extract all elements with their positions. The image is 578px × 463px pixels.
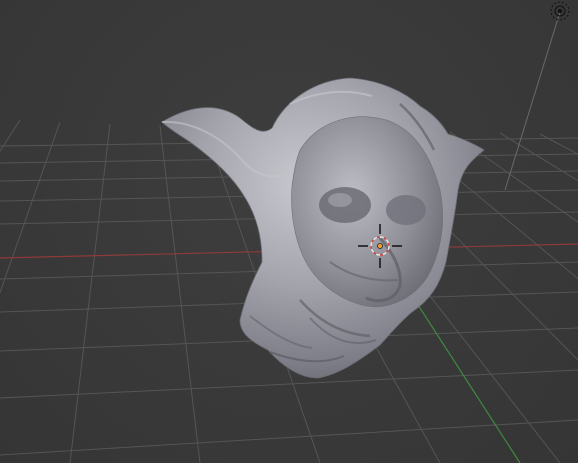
camera-icon[interactable] bbox=[550, 1, 570, 21]
camera-guide-line bbox=[504, 11, 561, 191]
viewport-scene[interactable] bbox=[0, 0, 578, 463]
3d-viewport[interactable] bbox=[0, 0, 578, 463]
